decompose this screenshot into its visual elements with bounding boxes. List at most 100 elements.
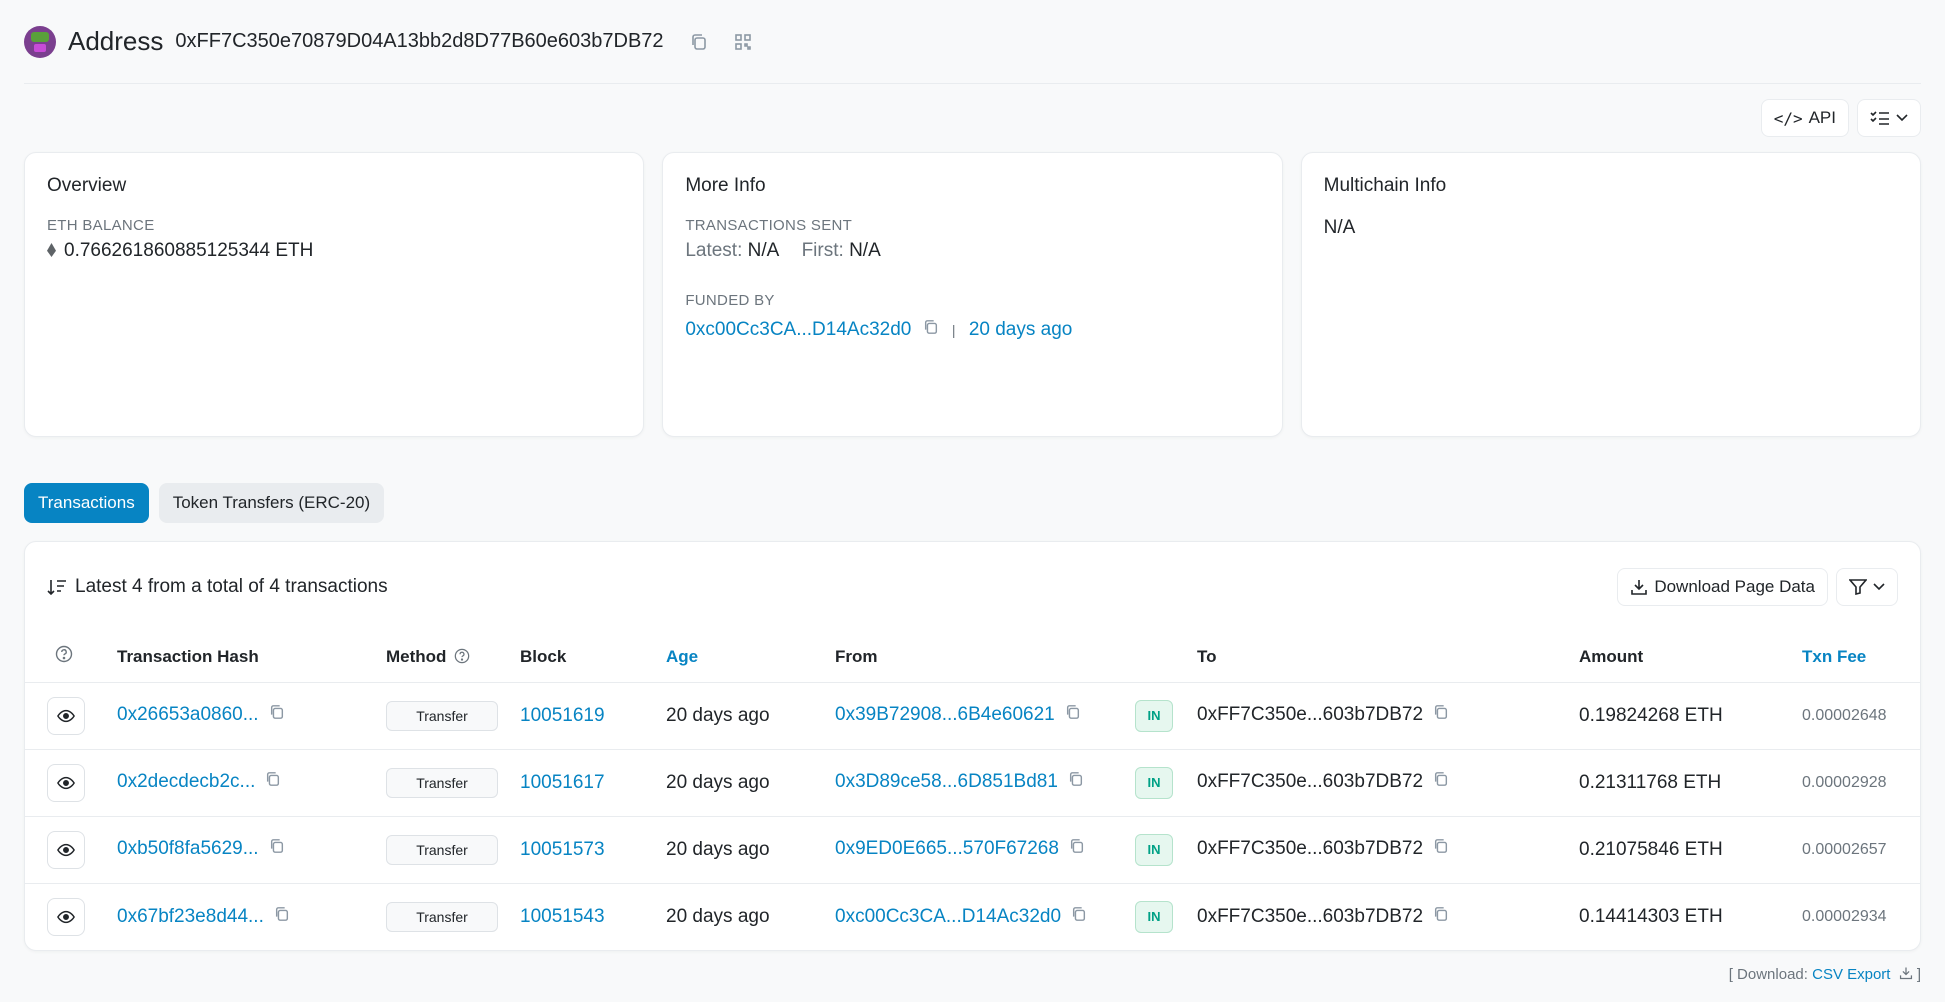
block-link[interactable]: 10051573 bbox=[520, 839, 605, 860]
from-cell: 0x39B72908...6B4e60621 bbox=[827, 682, 1127, 750]
csv-suffix: ] bbox=[1916, 966, 1921, 983]
copy-icon[interactable] bbox=[686, 29, 712, 55]
csv-prefix: [ Download: bbox=[1728, 966, 1808, 983]
table-row: 0x67bf23e8d44... Transfer 10051543 20 days … bbox=[25, 883, 1920, 950]
copy-icon[interactable] bbox=[269, 704, 285, 726]
hash-cell: 0xb50f8fa5629... bbox=[109, 816, 378, 884]
copy-icon[interactable] bbox=[1433, 838, 1449, 860]
method-cell: Transfer bbox=[378, 883, 512, 950]
tab-transactions[interactable]: Transactions bbox=[24, 483, 149, 523]
tx-hash-link[interactable]: 0x2decdecb2c... bbox=[117, 772, 255, 793]
eye-icon[interactable] bbox=[47, 830, 85, 869]
method-cell: Transfer bbox=[378, 682, 512, 750]
multichain-value: N/A bbox=[1323, 217, 1356, 238]
txn-fee-cell: 0.00002934 bbox=[1802, 907, 1887, 925]
table-row: 0xb50f8fa5629... Transfer 10051573 20 days … bbox=[25, 816, 1920, 884]
eye-icon[interactable] bbox=[47, 763, 85, 802]
col-to: To bbox=[1189, 632, 1571, 683]
tx-hash-link[interactable]: 0x67bf23e8d44... bbox=[117, 906, 264, 927]
to-cell: 0xFF7C350e...603b7DB72 bbox=[1189, 749, 1571, 817]
download-icon bbox=[1631, 580, 1648, 595]
eye-icon[interactable] bbox=[47, 696, 85, 735]
copy-icon[interactable] bbox=[1433, 704, 1449, 726]
to-address: 0xFF7C350e...603b7DB72 bbox=[1197, 905, 1424, 927]
help-column bbox=[25, 632, 109, 683]
csv-export-link[interactable]: CSV Export bbox=[1812, 966, 1890, 983]
filter-icon bbox=[1849, 579, 1867, 595]
block-link[interactable]: 10051619 bbox=[520, 705, 605, 726]
age-cell: 20 days ago bbox=[658, 816, 827, 884]
txn-fee-cell: 0.00002657 bbox=[1794, 816, 1920, 884]
tx-hash-link[interactable]: 0xb50f8fa5629... bbox=[117, 839, 259, 860]
direction-badge: IN bbox=[1135, 699, 1173, 732]
first-label: First: bbox=[801, 240, 844, 261]
multichain-title: Multichain Info bbox=[1323, 175, 1447, 196]
copy-icon[interactable] bbox=[1069, 838, 1085, 860]
eye-icon[interactable] bbox=[47, 897, 85, 936]
filter-button[interactable] bbox=[1836, 568, 1898, 606]
list-check-icon bbox=[1870, 111, 1889, 125]
sort-icon bbox=[47, 580, 66, 596]
row-preview-cell bbox=[25, 816, 109, 884]
tx-hash-link[interactable]: 0x26653a0860... bbox=[117, 705, 259, 726]
from-address-link[interactable]: 0x3D89ce58...6D851Bd81 bbox=[835, 772, 1058, 793]
method-cell: Transfer bbox=[378, 816, 512, 884]
question-circle-icon[interactable] bbox=[55, 645, 73, 663]
to-cell: 0xFF7C350e...603b7DB72 bbox=[1189, 883, 1571, 950]
copy-icon[interactable] bbox=[274, 906, 290, 928]
funded-by-label: FUNDED BY bbox=[685, 292, 775, 309]
chevron-down-icon bbox=[1896, 114, 1908, 122]
block-link[interactable]: 10051617 bbox=[520, 772, 605, 793]
copy-icon[interactable] bbox=[269, 838, 285, 860]
address-value: 0xFF7C350e70879D04A13bb2d8D77B60e603b7DB… bbox=[175, 30, 664, 52]
col-txn-fee[interactable]: Txn Fee bbox=[1794, 632, 1920, 683]
copy-icon[interactable] bbox=[1071, 906, 1087, 928]
copy-icon[interactable] bbox=[1433, 906, 1449, 928]
tabs: Transactions Token Transfers (ERC-20) bbox=[24, 483, 1921, 523]
copy-icon[interactable] bbox=[1065, 704, 1081, 726]
api-button[interactable]: </> API bbox=[1760, 99, 1849, 137]
code-icon: </> bbox=[1773, 108, 1803, 128]
table-row: 0x26653a0860... Transfer 10051619 20 days a… bbox=[25, 682, 1920, 750]
age-cell: 20 days ago bbox=[658, 682, 827, 750]
eth-balance-amount: 0.766261860885125344 ETH bbox=[64, 240, 314, 261]
view-options-button[interactable] bbox=[1857, 99, 1921, 137]
funded-age-link[interactable]: 20 days ago bbox=[969, 319, 1073, 340]
block-cell: 10051573 bbox=[512, 816, 658, 884]
eth-balance-value: 0.766261860885125344 ETH bbox=[47, 240, 621, 262]
copy-icon[interactable] bbox=[1068, 771, 1084, 793]
copy-icon[interactable] bbox=[923, 319, 939, 341]
transactions-sent-values: Latest: N/A First: N/A bbox=[685, 240, 1259, 262]
col-age[interactable]: Age bbox=[658, 632, 827, 683]
method-badge: Transfer bbox=[386, 700, 498, 731]
amount-cell: 0.21311768 ETH bbox=[1571, 749, 1794, 817]
block-link[interactable]: 10051543 bbox=[520, 906, 605, 927]
question-circle-icon[interactable] bbox=[454, 648, 470, 664]
tab-token-transfers[interactable]: Token Transfers (ERC-20) bbox=[158, 483, 385, 523]
download-page-data-button[interactable]: Download Page Data bbox=[1617, 568, 1828, 606]
to-cell: 0xFF7C350e...603b7DB72 bbox=[1189, 682, 1571, 750]
csv-export-row: [ Download: CSV Export ] bbox=[1729, 966, 1921, 983]
from-address-link[interactable]: 0x9ED0E665...570F67268 bbox=[835, 839, 1059, 860]
from-address-link[interactable]: 0xc00Cc3CA...D14Ac32d0 bbox=[835, 906, 1061, 927]
funded-by-address-link[interactable]: 0xc00Cc3CA...D14Ac32d0 bbox=[685, 319, 911, 340]
from-address-link[interactable]: 0x39B72908...6B4e60621 bbox=[835, 705, 1055, 726]
copy-icon[interactable] bbox=[265, 771, 281, 793]
latest-value: N/A bbox=[747, 240, 779, 261]
direction-cell: IN bbox=[1127, 816, 1189, 884]
ethereum-icon bbox=[47, 243, 56, 257]
copy-icon[interactable] bbox=[1433, 771, 1449, 793]
hash-cell: 0x67bf23e8d44... bbox=[109, 883, 378, 950]
block-cell: 10051617 bbox=[512, 749, 658, 817]
direction-cell: IN bbox=[1127, 749, 1189, 817]
overview-title: Overview bbox=[47, 175, 127, 196]
eth-balance-label: ETH BALANCE bbox=[47, 217, 155, 234]
api-button-label: API bbox=[1808, 108, 1836, 127]
to-cell: 0xFF7C350e...603b7DB72 bbox=[1189, 816, 1571, 884]
col-amount: Amount bbox=[1571, 632, 1794, 683]
to-address: 0xFF7C350e...603b7DB72 bbox=[1197, 838, 1424, 860]
download-label: Download Page Data bbox=[1654, 577, 1815, 596]
qr-code-icon[interactable] bbox=[730, 29, 756, 55]
table-row: 0x2decdecb2c... Transfer 10051617 20 days a… bbox=[25, 749, 1920, 817]
block-cell: 10051543 bbox=[512, 883, 658, 950]
